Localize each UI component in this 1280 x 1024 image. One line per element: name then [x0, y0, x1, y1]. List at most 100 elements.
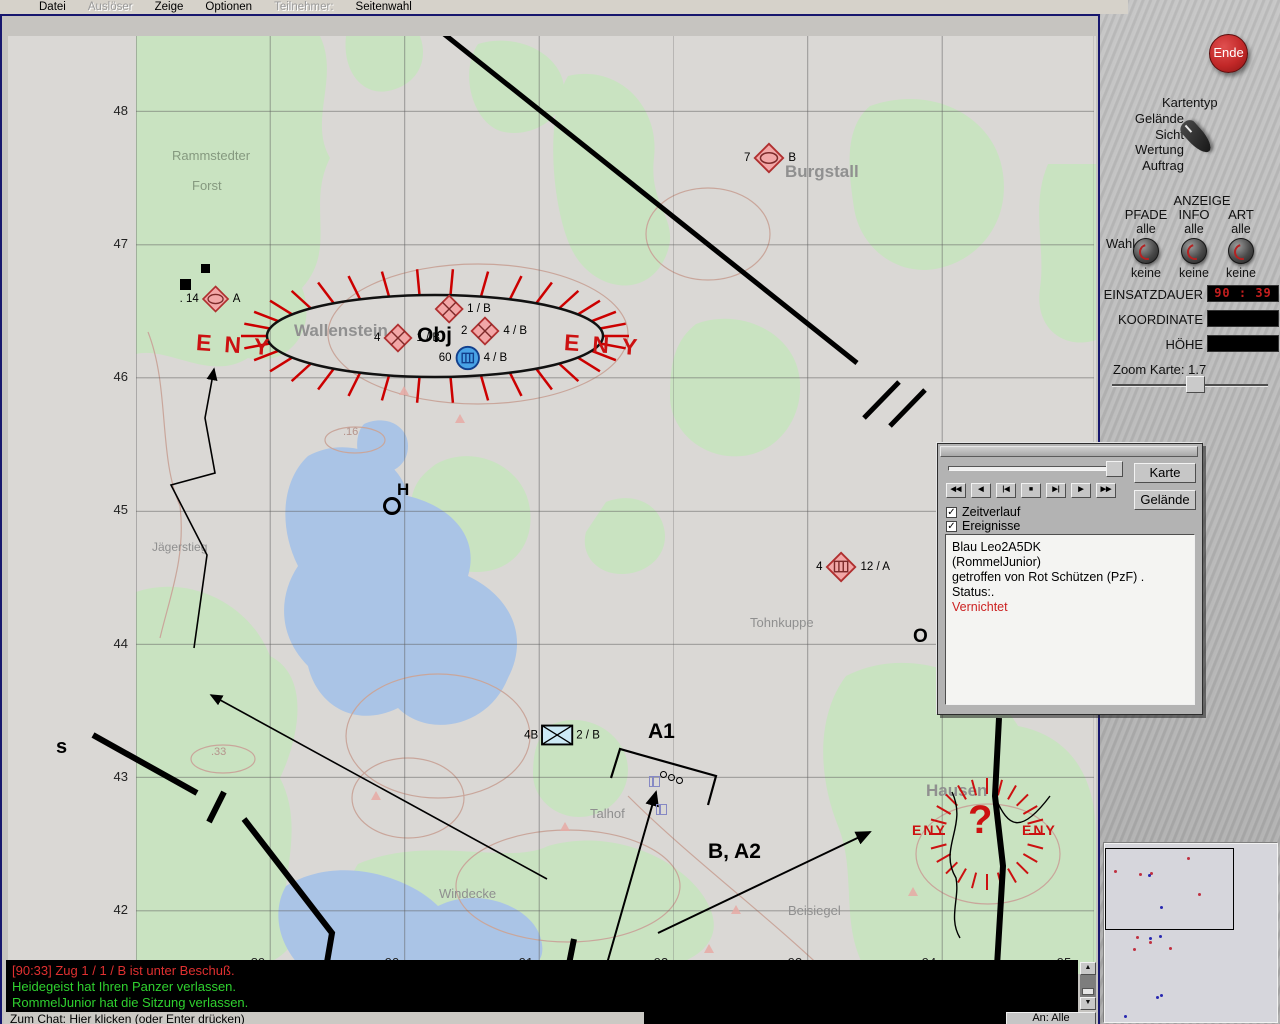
church-icon [731, 905, 741, 914]
place-label: Jägerstieg [152, 540, 207, 554]
church-icon [908, 887, 918, 896]
kartentyp-auftrag[interactable]: Auftrag [1108, 158, 1184, 174]
grid-row-label: 43 [102, 769, 128, 784]
play-button[interactable]: ▶ [1071, 483, 1091, 498]
replay-window-titlebar[interactable] [940, 446, 1198, 457]
pfade-label: PFADE [1120, 207, 1172, 222]
grid-row-label: 44 [102, 636, 128, 651]
kartentyp-gelaende[interactable]: Gelände [1108, 111, 1184, 127]
church-icon [704, 944, 714, 953]
stop-button[interactable]: ■ [1021, 483, 1041, 498]
place-label: Forst [192, 178, 222, 193]
friendly-dot [1159, 935, 1162, 938]
info-knob[interactable] [1181, 238, 1207, 264]
place-label: Talhof [590, 806, 625, 821]
unit-label-right: 1 / B [416, 332, 440, 344]
minimap[interactable] [1104, 843, 1278, 1023]
map-mark [676, 777, 683, 784]
hoehe-label: HÖHE [1093, 337, 1203, 352]
pfade-alle: alle [1120, 222, 1172, 236]
event-log[interactable]: Blau Leo2A5DK (RommelJunior) getroffen v… [945, 534, 1195, 705]
scroll-down-icon[interactable]: ▼ [1080, 997, 1096, 1010]
friendly-unit-60-4B[interactable]: 60 4 / B [439, 344, 507, 372]
scrollbar-thumb[interactable] [1082, 988, 1094, 995]
enemy-unit-7B[interactable]: 7 B [744, 141, 796, 175]
place-label: Burgstall [785, 162, 859, 182]
friendly-unit-2B[interactable]: 4B 2 / B [524, 724, 600, 747]
art-knob[interactable] [1228, 238, 1254, 264]
kartentyp-sicht[interactable]: Sicht [1108, 127, 1184, 143]
unit-label-right: 4 / B [484, 352, 508, 364]
unit-label-left: 4B [524, 729, 538, 741]
map[interactable]: 48 47 46 45 44 43 42 89 90 91 92 93 94 9… [8, 36, 1096, 974]
chat-prompt[interactable]: Zum Chat: Hier klicken (oder Enter drück… [4, 1012, 644, 1024]
ereignisse-checkbox[interactable]: ✓ Ereignisse [946, 519, 1020, 533]
menu-teilnehmer: Teilnehmer: [263, 1, 344, 13]
enemy-dot [1139, 873, 1142, 876]
chat-log[interactable]: [90:33] Zug 1 / 1 / B ist unter Beschuß.… [6, 960, 1078, 1012]
place-label: Tohnkuppe [750, 615, 814, 630]
church-icon [455, 414, 465, 423]
friendly-unit-icon [454, 344, 482, 372]
play-back-button[interactable]: ◀ [971, 483, 991, 498]
unit-label-right: 2 / B [576, 729, 600, 741]
checkbox-icon[interactable]: ✓ [946, 521, 957, 532]
fast-forward-button[interactable]: ▶▶ [1096, 483, 1116, 498]
grid-row-label: 42 [102, 902, 128, 917]
grid-row-label: 48 [102, 103, 128, 118]
kartentyp-title: Kartentyp [1162, 95, 1218, 110]
chat-scrollbar[interactable]: ▲ ▼ [1080, 962, 1096, 1010]
einsatzdauer-display: 90 : 39 [1207, 285, 1279, 302]
replay-slider-thumb[interactable] [1106, 461, 1123, 477]
zeitverlauf-checkbox[interactable]: ✓ Zeitverlauf [946, 505, 1020, 519]
art-label: ART [1215, 207, 1267, 222]
replay-slider-track[interactable] [948, 466, 1116, 471]
grid-row-label: 45 [102, 502, 128, 517]
place-label: Beisiegel [788, 903, 841, 918]
scroll-up-icon[interactable]: ▲ [1080, 962, 1096, 975]
menu-optionen[interactable]: Optionen [194, 1, 263, 13]
enemy-unit-12A[interactable]: 4 12 / A [816, 550, 890, 584]
menu-datei[interactable]: Datei [28, 1, 77, 13]
checkbox-label: Ereignisse [962, 519, 1020, 533]
menu-seitenwahl[interactable]: Seitenwahl [345, 1, 423, 13]
unit-label-left: 4 [816, 561, 822, 573]
friendly-dot [1160, 906, 1163, 909]
pfade-knob[interactable] [1133, 238, 1159, 264]
enemy-armor-icon [201, 284, 231, 314]
eny-label-hausen-right: ENY [1022, 822, 1057, 838]
enemy-unit-4-1B[interactable]: 4 1 / B [374, 322, 440, 354]
unit-label-right: 1 / B [467, 303, 491, 315]
enemy-dot [1133, 948, 1136, 951]
ende-button[interactable]: Ende [1209, 34, 1248, 73]
zoom-slider-thumb[interactable] [1186, 376, 1205, 393]
info-keine: keine [1168, 266, 1220, 280]
waypoint-ring [383, 497, 401, 515]
building-icon [649, 776, 660, 787]
map-mark [668, 774, 675, 781]
log-line: Blau Leo2A5DK [952, 540, 1188, 555]
unit-label-right: A [233, 293, 241, 305]
art-alle: alle [1215, 222, 1267, 236]
chat-target-button[interactable]: An: Alle [1006, 1012, 1096, 1024]
unit-label-left: 4 [374, 332, 380, 344]
menu-zeige[interactable]: Zeige [144, 1, 195, 13]
enemy-support-icon [824, 550, 858, 584]
enemy-unit-14A[interactable]: . 14 A [180, 284, 241, 314]
karte-button[interactable]: Karte [1134, 463, 1196, 483]
place-label: Windecke [439, 886, 496, 901]
friendly-dot [1148, 874, 1151, 877]
gelaende-button[interactable]: Gelände [1134, 490, 1196, 510]
checkbox-icon[interactable]: ✓ [946, 507, 957, 518]
step-back-button[interactable]: |◀ [996, 483, 1016, 498]
grid-row-label: 47 [102, 236, 128, 251]
friendly-dot [1149, 937, 1152, 940]
enemy-unit-2-4B[interactable]: 2 4 / B [461, 315, 527, 347]
enemy-dot [1114, 870, 1117, 873]
log-line: Status:. [952, 585, 1188, 600]
marker-s-label: s [56, 736, 67, 759]
enemy-dot [1169, 947, 1172, 950]
step-forward-button[interactable]: ▶| [1046, 483, 1066, 498]
rewind-button[interactable]: ◀◀ [946, 483, 966, 498]
kartentyp-wertung[interactable]: Wertung [1108, 142, 1184, 158]
